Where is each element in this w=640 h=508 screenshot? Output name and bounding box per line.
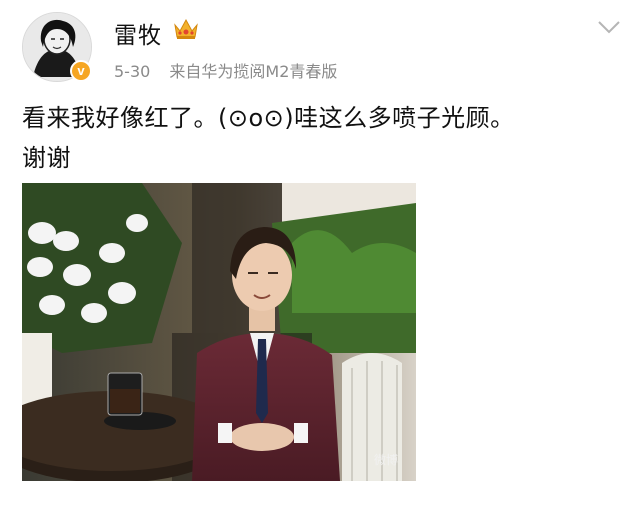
- avatar-container[interactable]: v: [22, 12, 92, 82]
- username[interactable]: 雷牧: [114, 16, 162, 50]
- post-text: 看来我好像红了。(⊙o⊙)哇这么多喷子光顾。 谢谢: [22, 98, 622, 178]
- crown-icon[interactable]: [173, 17, 199, 41]
- post-text-line: 看来我好像红了。(⊙o⊙)哇这么多喷子光顾。: [22, 104, 515, 132]
- post-source[interactable]: 来自华为揽阅M2青春版: [169, 62, 337, 81]
- post-time: 5-30: [114, 62, 151, 81]
- verified-icon: v: [70, 60, 92, 82]
- post-header: v 雷牧 5-30 来自华为揽阅M2青春版: [0, 0, 640, 88]
- photo-image: [22, 183, 416, 481]
- post-photo[interactable]: 微博: [22, 183, 416, 481]
- post-meta: 5-30 来自华为揽阅M2青春版: [114, 58, 337, 82]
- chevron-down-icon[interactable]: [596, 18, 622, 36]
- photo-watermark: 微博: [374, 453, 399, 467]
- post-text-line: 谢谢: [22, 144, 71, 172]
